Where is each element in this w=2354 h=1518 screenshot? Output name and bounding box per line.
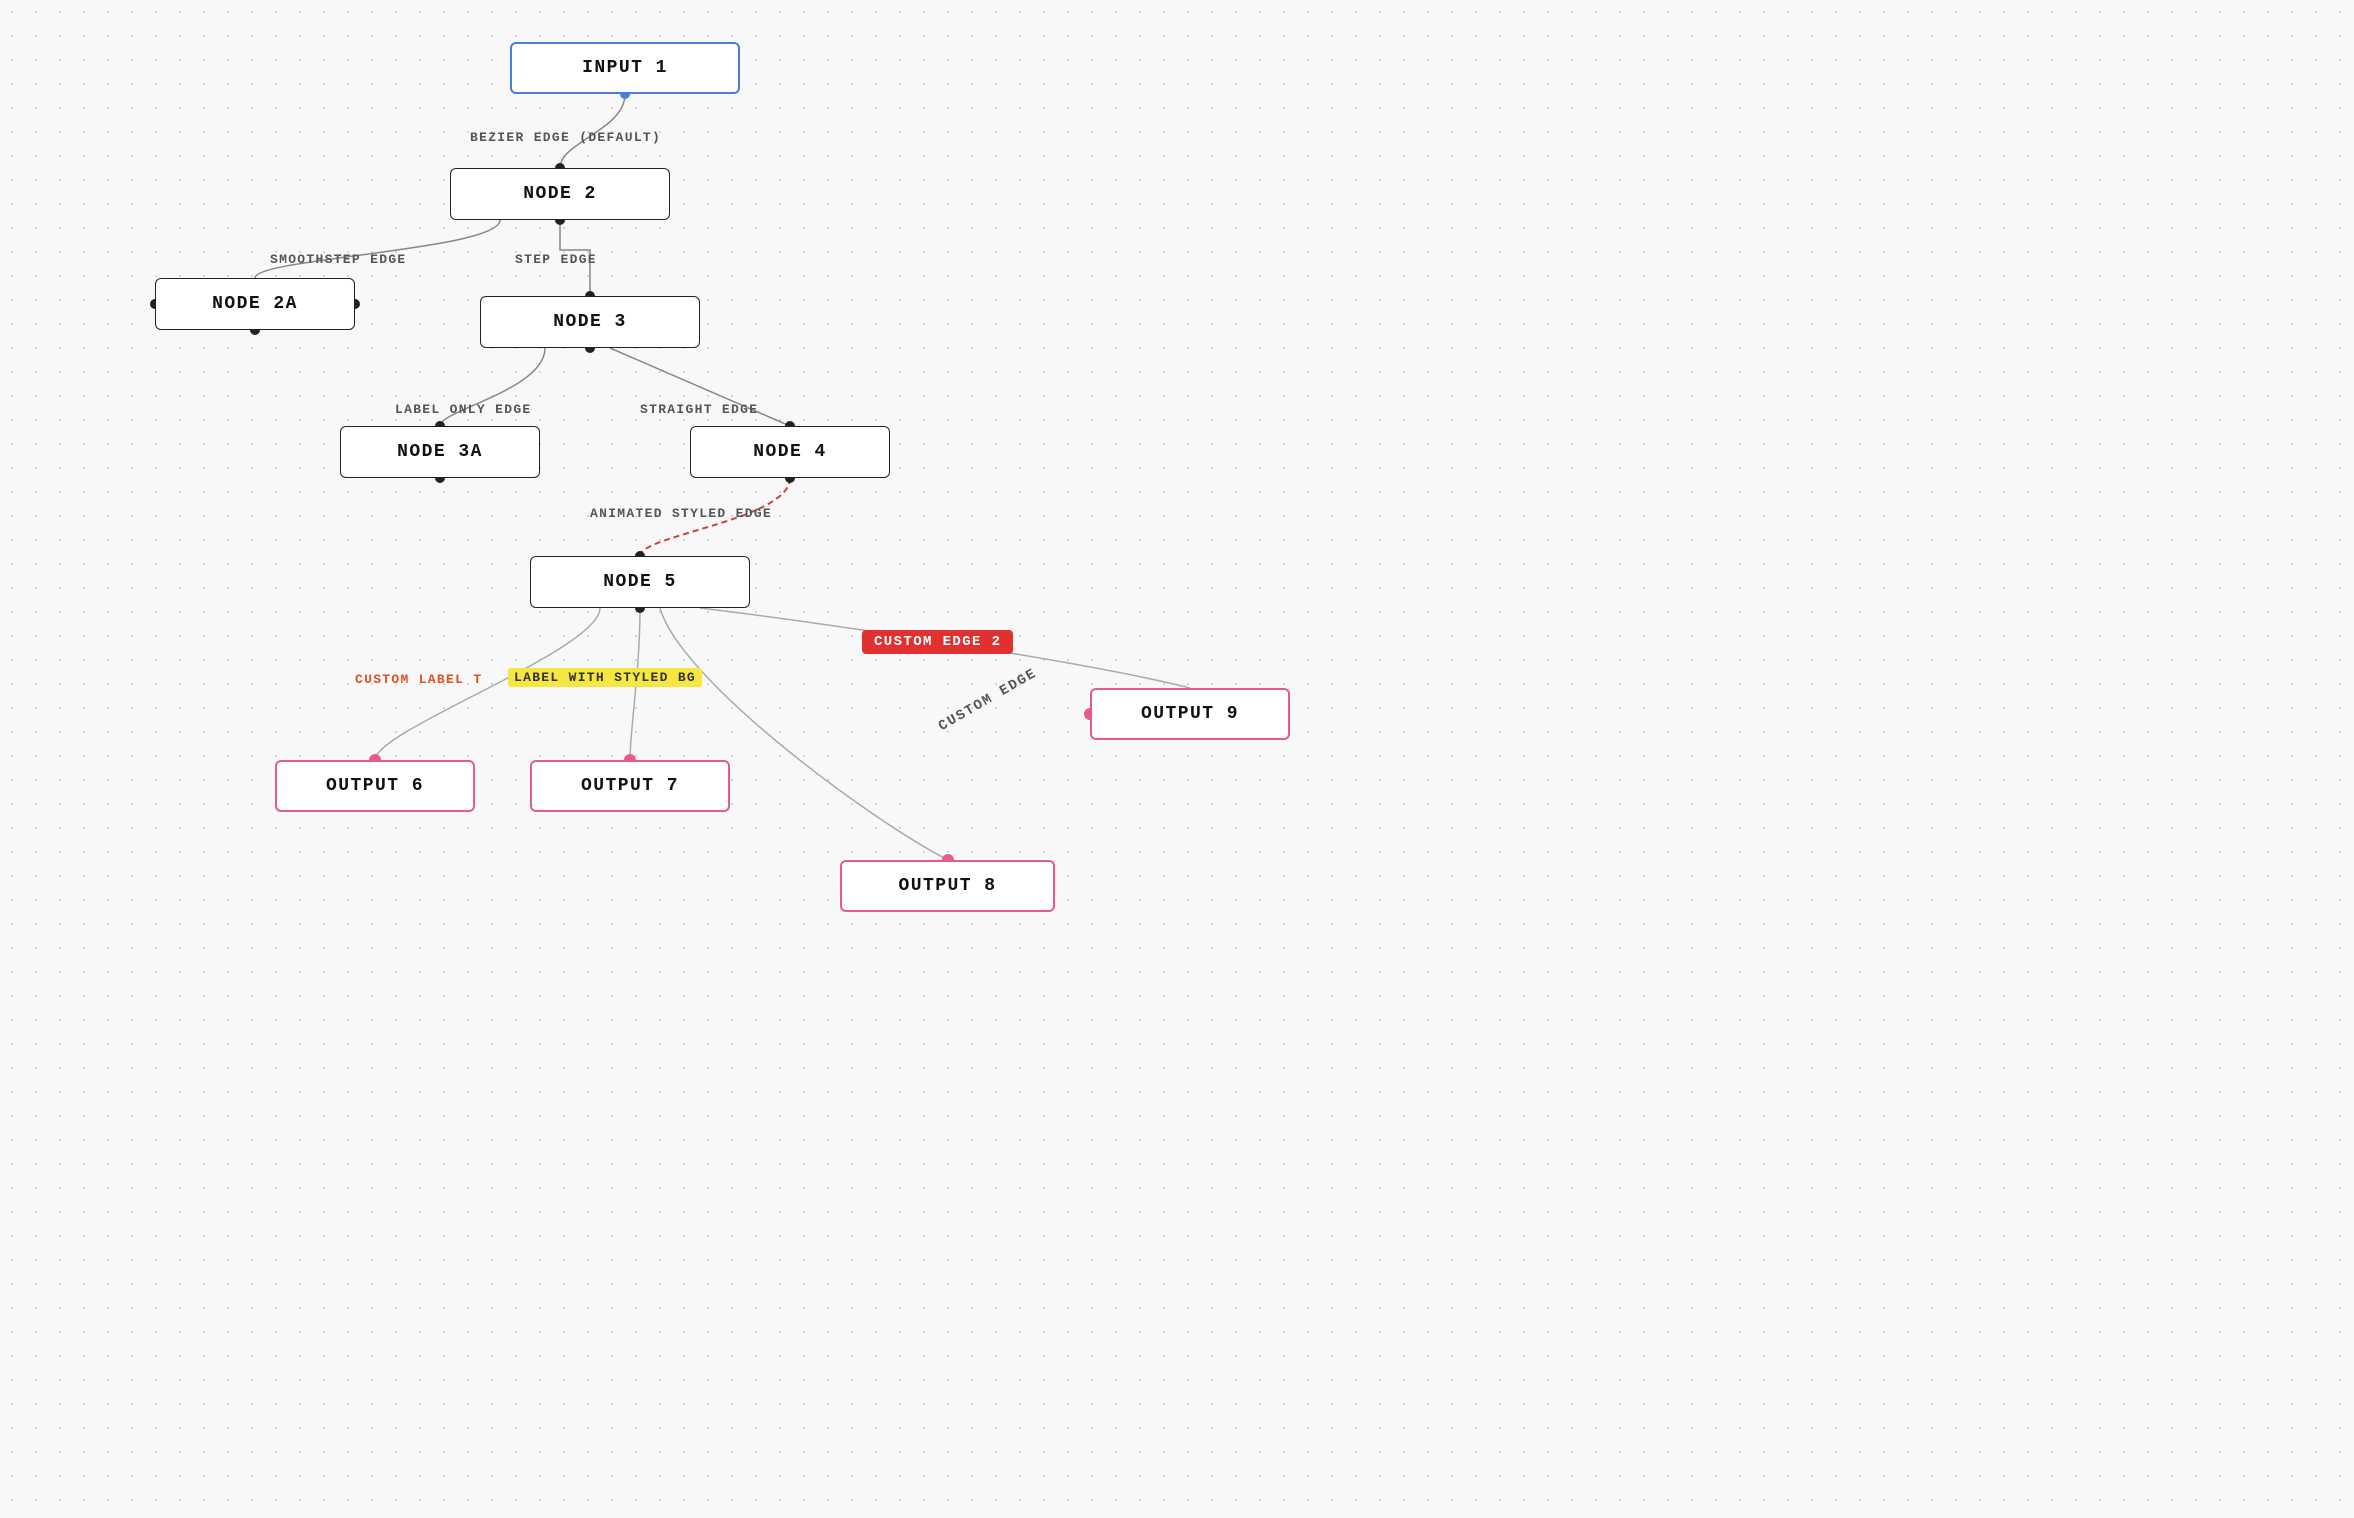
straight-edge-label: STRAIGHT EDGE xyxy=(640,402,758,417)
node-3a-label: NODE 3A xyxy=(397,442,483,462)
node-output6[interactable]: OUTPUT 6 xyxy=(275,760,475,812)
node-output9[interactable]: OUTPUT 9 xyxy=(1090,688,1290,740)
node-input1-label: INPUT 1 xyxy=(582,58,668,78)
node-output6-label: OUTPUT 6 xyxy=(326,776,424,796)
node-2a[interactable]: NODE 2A xyxy=(155,278,355,330)
node-3[interactable]: NODE 3 xyxy=(480,296,700,348)
node-2-label: NODE 2 xyxy=(523,184,596,204)
node-5-label: NODE 5 xyxy=(603,572,676,592)
node-input1[interactable]: INPUT 1 xyxy=(510,42,740,94)
node-4[interactable]: NODE 4 xyxy=(690,426,890,478)
node-output7[interactable]: OUTPUT 7 xyxy=(530,760,730,812)
animated-edge-label: ANIMATED STYLED EDGE xyxy=(590,506,772,521)
node-output7-label: OUTPUT 7 xyxy=(581,776,679,796)
node-output9-label: OUTPUT 9 xyxy=(1141,704,1239,724)
node-3a[interactable]: NODE 3A xyxy=(340,426,540,478)
bezier-edge-label: BEZIER EDGE (DEFAULT) xyxy=(470,130,661,145)
smoothstep-edge-label: SMOOTHSTEP EDGE xyxy=(270,252,407,267)
node-2[interactable]: NODE 2 xyxy=(450,168,670,220)
label-only-edge-label: LABEL ONLY EDGE xyxy=(395,402,532,417)
node-5[interactable]: NODE 5 xyxy=(530,556,750,608)
custom-label-red: CUSTOM LABEL T xyxy=(355,672,482,687)
node-output8[interactable]: OUTPUT 8 xyxy=(840,860,1055,912)
node-output8-label: OUTPUT 8 xyxy=(899,876,997,896)
custom-edge-2-label: CUSTOM EDGE 2 xyxy=(862,630,1013,654)
node-3-label: NODE 3 xyxy=(553,312,626,332)
custom-label-yellow-bg: LABEL WITH STYLED BG xyxy=(508,668,702,687)
node-2a-label: NODE 2A xyxy=(212,294,298,314)
node-4-label: NODE 4 xyxy=(753,442,826,462)
step-edge-label: STEP EDGE xyxy=(515,252,597,267)
